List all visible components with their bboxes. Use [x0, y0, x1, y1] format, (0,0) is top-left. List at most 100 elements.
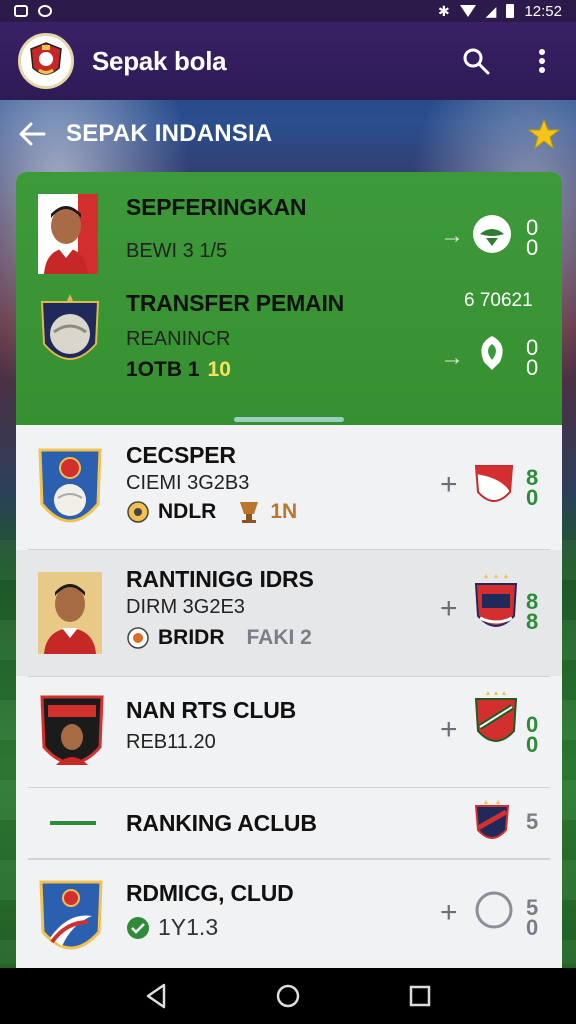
search-icon	[463, 48, 490, 75]
circle-home-icon	[276, 984, 300, 1008]
score: 5 0	[526, 897, 539, 940]
stat-highlight: 10	[207, 358, 231, 381]
item-stats: BRIDR FAKI 2	[126, 626, 312, 650]
check-circle-icon	[127, 916, 149, 939]
featured-stats: 1OTB 1 10	[126, 358, 231, 382]
club-badge	[38, 294, 102, 379]
bluetooth-icon: ✱	[437, 2, 450, 19]
club-crest	[472, 691, 520, 756]
score: 5	[526, 809, 539, 834]
arrow-left-icon	[19, 122, 46, 146]
featured-title: TRANSFER PEMAIN	[126, 290, 345, 316]
item-title: RDMICG, CLUD	[126, 880, 294, 906]
club-mini-icon	[127, 501, 149, 523]
drag-handle[interactable]	[234, 417, 344, 422]
stat-highlight: FAKI 2	[246, 626, 312, 649]
arrow-right-icon: →	[440, 222, 464, 249]
score-value: 0	[526, 235, 539, 260]
news-card: SEPFERINGKAN BEWI 3 1/5 → 0 0 TRANSFER P…	[16, 172, 562, 968]
list-item[interactable]: RANKING ACLUB 5	[16, 788, 562, 858]
score-value: 0	[526, 732, 539, 757]
more-vertical-icon	[539, 49, 545, 73]
club-mini-icon	[127, 627, 149, 649]
stat-value: 1Y1.3	[158, 914, 219, 940]
item-subtitle: REB11.20	[126, 731, 216, 753]
club-crest	[472, 214, 512, 259]
battery-icon	[506, 4, 515, 18]
favorite-button[interactable]	[526, 116, 562, 152]
list-item[interactable]: CECSPER CIEMI 3G2B3 NDLR 1N + 8 0	[16, 428, 562, 548]
system-nav-bar	[0, 968, 576, 1024]
featured-subtitle: BEWI 3 1/5	[126, 240, 228, 262]
club-badge	[38, 876, 104, 965]
add-icon[interactable]: +	[440, 592, 458, 626]
stat-value: 1OTB 1	[126, 358, 200, 381]
score-value: 5	[526, 809, 539, 834]
score: 8 8	[526, 591, 539, 634]
add-icon[interactable]: +	[440, 713, 458, 747]
item-stats: 1Y1.3	[126, 914, 218, 941]
item-subtitle: DIRM 3G2E3	[126, 596, 245, 618]
club-badge	[38, 446, 102, 539]
club-crest	[472, 332, 512, 377]
triangle-back-icon	[146, 983, 166, 1009]
item-title: NAN RTS CLUB	[126, 697, 297, 723]
loading-circle-icon	[472, 888, 516, 937]
featured-item[interactable]: SEPFERINGKAN BEWI 3 1/5 → 0 0	[16, 182, 562, 282]
status-bar: ✱ ◢ 12:52	[0, 0, 576, 22]
section-title: SEPAK INDANSIA	[66, 120, 273, 147]
nav-recents-button[interactable]	[400, 976, 440, 1016]
square-recents-icon	[409, 985, 431, 1007]
dash-indicator	[50, 821, 96, 825]
club-badge	[38, 691, 106, 780]
app-notification-icon	[38, 5, 52, 17]
score-value: 0	[526, 355, 539, 380]
back-button[interactable]	[14, 116, 50, 152]
app-title: Sepak bola	[92, 45, 227, 76]
featured-subtitle: REANINCR	[126, 328, 231, 350]
search-button[interactable]	[460, 45, 492, 77]
club-crest	[472, 574, 520, 641]
add-icon[interactable]: +	[440, 468, 458, 502]
app-logo[interactable]	[18, 33, 74, 89]
item-title: RANKING ACLUB	[126, 810, 317, 836]
trophy-icon	[240, 502, 259, 523]
notification-icon	[14, 5, 28, 17]
score-value: 0	[526, 485, 539, 510]
star-icon	[528, 118, 560, 150]
player-photo	[38, 194, 98, 279]
score: 0 0	[526, 714, 539, 757]
featured-title: SEPFERINGKAN	[126, 194, 307, 220]
club-crest	[472, 462, 516, 515]
app-bar: Sepak bola	[0, 22, 576, 100]
score: 0 0	[526, 217, 539, 260]
nav-home-button[interactable]	[268, 976, 308, 1016]
wifi-icon	[459, 5, 476, 17]
stat-value: BRIDR	[158, 626, 225, 649]
item-subtitle: CIEMI 3G2B3	[126, 472, 250, 494]
section-header: SEPAK INDANSIA	[0, 100, 576, 168]
stat-value: NDLR	[158, 500, 217, 523]
featured-item[interactable]: TRANSFER PEMAIN REANINCR 1OTB 1 10 6 706…	[16, 280, 562, 410]
status-time: 12:52	[524, 2, 562, 20]
arrow-right-icon: →	[440, 344, 464, 371]
signal-icon: ◢	[485, 2, 497, 19]
item-title: CECSPER	[126, 442, 236, 468]
featured-tag: 6 70621	[464, 290, 533, 311]
list-item[interactable]: RDMICG, CLUD 1Y1.3 + 5 0	[16, 860, 562, 968]
club-crest	[472, 800, 512, 851]
list-item[interactable]: RANTINIGG IDRS DIRM 3G2E3 BRIDR FAKI 2 +…	[16, 550, 562, 676]
item-stats: NDLR 1N	[126, 500, 297, 524]
score-value: 8	[526, 609, 539, 634]
score-value: 0	[526, 915, 539, 940]
score: 0 0	[526, 337, 539, 380]
list-item[interactable]: NAN RTS CLUB REB11.20 + 0 0	[16, 677, 562, 787]
add-icon[interactable]: +	[440, 896, 458, 930]
nav-back-button[interactable]	[136, 976, 176, 1016]
score: 8 0	[526, 467, 539, 510]
item-title: RANTINIGG IDRS	[126, 566, 314, 592]
crest-logo-icon	[30, 42, 62, 75]
player-photo	[38, 572, 102, 659]
more-options-button[interactable]	[526, 45, 558, 77]
stat-highlight: 1N	[270, 500, 298, 523]
